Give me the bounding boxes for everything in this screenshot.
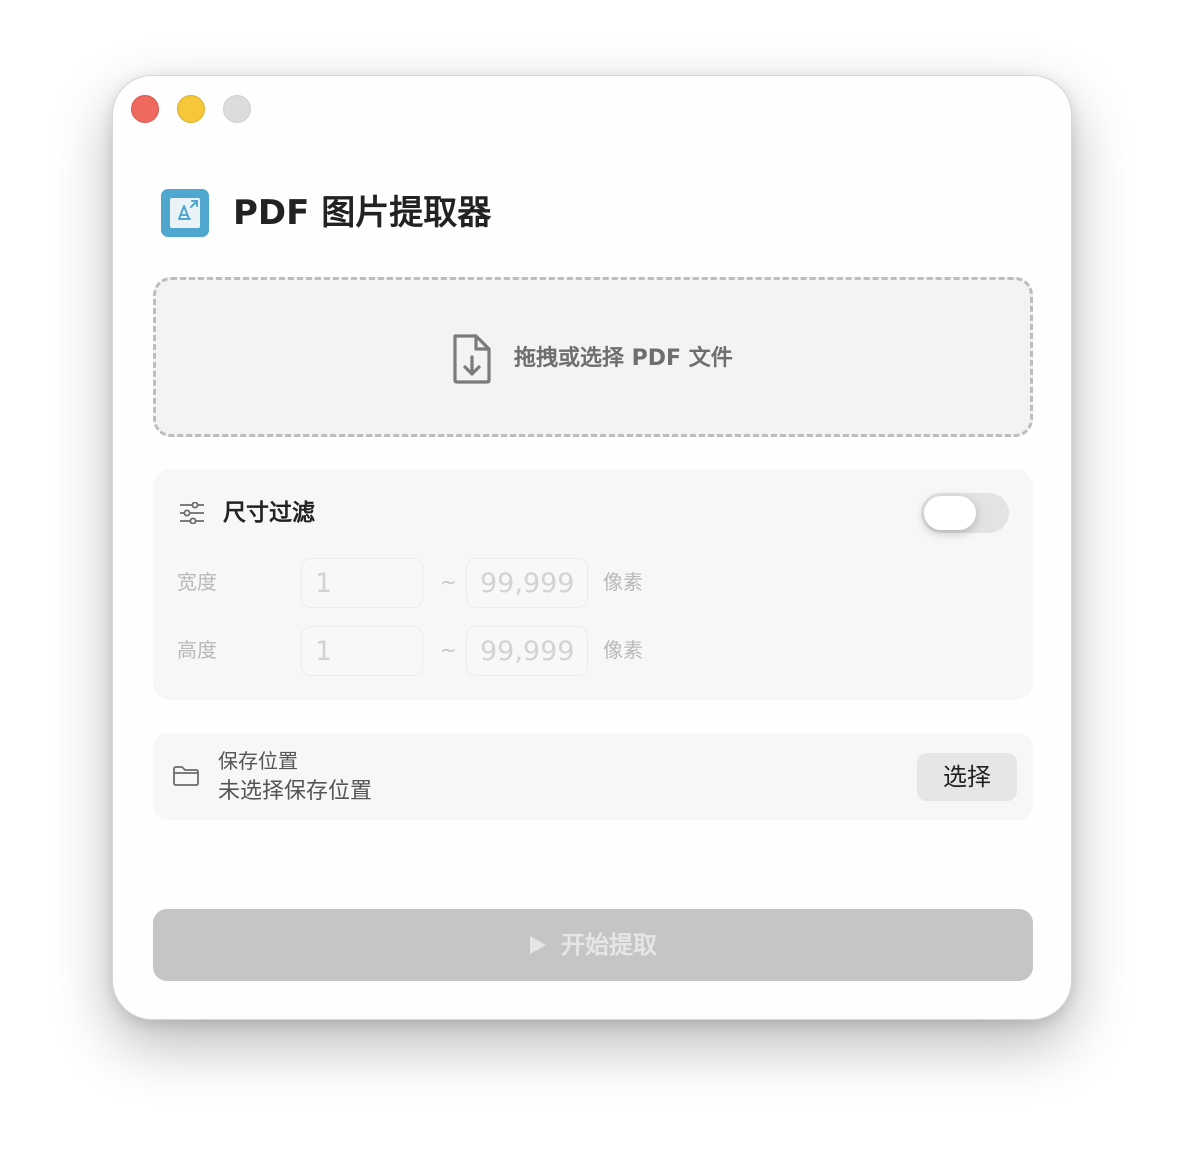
width-unit: 像素 xyxy=(603,570,643,594)
width-label: 宽度 xyxy=(177,570,217,594)
file-download-icon xyxy=(453,334,491,384)
size-filter-toggle[interactable] xyxy=(921,493,1009,533)
start-extract-button[interactable]: 开始提取 xyxy=(153,909,1033,981)
app-title: PDF 图片提取器 xyxy=(233,193,492,233)
height-label: 高度 xyxy=(177,638,217,662)
height-min-input[interactable] xyxy=(301,626,423,676)
save-location-label: 保存位置 xyxy=(218,749,298,773)
start-extract-label: 开始提取 xyxy=(561,931,657,959)
play-icon xyxy=(530,936,546,954)
minimize-window-button[interactable] xyxy=(177,95,205,123)
dropzone-label: 拖拽或选择 PDF 文件 xyxy=(514,346,733,371)
save-location-panel: 保存位置 未选择保存位置 选择 xyxy=(153,733,1033,820)
height-range-separator: ~ xyxy=(440,638,457,662)
width-min-input[interactable] xyxy=(301,558,423,608)
close-window-button[interactable] xyxy=(131,95,159,123)
sliders-icon xyxy=(180,502,204,524)
width-max-input[interactable] xyxy=(466,558,588,608)
toggle-knob xyxy=(924,496,976,530)
app-window: PDF 图片提取器 拖拽或选择 PDF 文件 尺寸过滤 宽度 ~ 像素 高度 ~… xyxy=(112,75,1072,1020)
folder-icon xyxy=(173,766,199,786)
pdf-dropzone[interactable]: 拖拽或选择 PDF 文件 xyxy=(153,277,1033,437)
pdf-icon xyxy=(161,189,209,237)
height-max-input[interactable] xyxy=(466,626,588,676)
width-range-separator: ~ xyxy=(440,570,457,594)
choose-location-button[interactable]: 选择 xyxy=(917,753,1017,801)
size-filter-panel: 尺寸过滤 宽度 ~ 像素 高度 ~ 像素 xyxy=(153,469,1033,700)
maximize-window-button[interactable] xyxy=(223,95,251,123)
height-unit: 像素 xyxy=(603,638,643,662)
size-filter-title: 尺寸过滤 xyxy=(223,500,315,526)
save-location-value: 未选择保存位置 xyxy=(218,779,373,804)
